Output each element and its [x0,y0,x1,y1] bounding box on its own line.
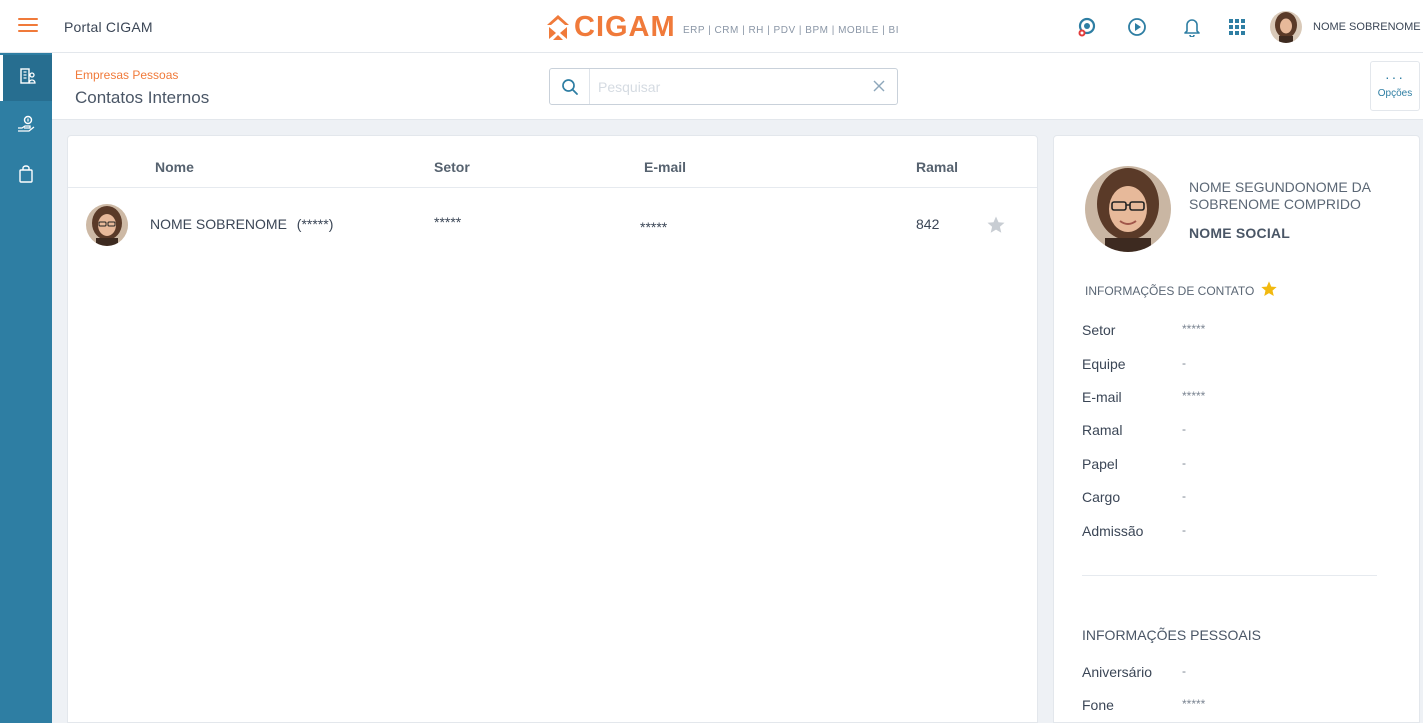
info-label: Papel [1082,456,1118,472]
contact-extension: 842 [916,216,940,232]
contact-info-title-text: INFORMAÇÕES DE CONTATO [1085,283,1255,298]
personal-info-section-title: INFORMAÇÕES PESSOAIS [1082,627,1261,643]
cigam-logo: CIGAM [546,10,676,44]
info-label: Equipe [1082,356,1126,372]
sidebar-item-finance[interactable] [0,103,52,149]
info-label: Fone [1082,697,1114,713]
search-box [549,68,898,105]
user-name[interactable]: NOME SOBRENOME D... [1313,21,1421,33]
info-value: - [1182,523,1186,537]
info-row-fone: Fone ***** [1082,697,1402,717]
bag-icon [18,164,34,188]
column-header-extension[interactable]: Ramal [916,159,958,175]
info-row-setor: Setor ***** [1082,322,1402,342]
info-value: - [1182,356,1186,370]
hamburger-icon[interactable] [18,18,38,34]
portal-title: Portal CIGAM [64,19,153,35]
info-row-aniversario: Aniversário - [1082,664,1402,684]
info-row-email: E-mail ***** [1082,389,1402,409]
sidebar-item-shopping[interactable] [0,153,52,199]
info-value: - [1182,489,1186,503]
info-row-admissao: Admissão - [1082,523,1402,543]
logo-tagline: ERP | CRM | RH | PDV | BPM | MOBILE | BI [683,25,899,36]
contact-name-text: NOME SOBRENOME [150,216,287,232]
logo-text: CIGAM [574,10,676,43]
user-avatar[interactable] [1270,11,1302,43]
info-value: ***** [1182,389,1206,403]
contact-name-suffix: (*****) [296,216,334,232]
info-label: Admissão [1082,523,1144,539]
more-dots-icon: ··· [1385,69,1405,85]
options-label: Opções [1377,88,1413,99]
contact-name: NOME SOBRENOME (*****) [150,216,333,232]
left-sidebar [0,53,52,723]
detail-social-name: NOME SOCIAL [1189,225,1290,241]
info-row-cargo: Cargo - [1082,489,1402,509]
top-bar: Portal CIGAM CIGAM ERP | CRM | RH | PDV … [0,0,1423,53]
info-label: Aniversário [1082,664,1153,680]
column-header-sector[interactable]: Setor [434,159,470,175]
bell-icon[interactable] [1181,16,1203,38]
sidebar-item-companies[interactable] [0,55,52,101]
info-label: Setor [1082,322,1116,338]
page-title: Contatos Internos [75,88,210,107]
info-value: - [1182,422,1186,436]
clear-search-icon[interactable] [871,78,887,94]
contact-avatar [86,204,128,246]
contacts-table: Nome Setor E-mail Ramal NOME SOBRENOME (… [67,135,1038,723]
contact-sector: ***** [434,214,462,230]
page-header: Empresas Pessoas Contatos Internos ··· O… [52,53,1423,120]
search-icon[interactable] [550,69,590,104]
info-row-equipe: Equipe - [1082,356,1402,376]
contact-info-section-title: INFORMAÇÕES DE CONTATO [1085,280,1278,301]
table-row[interactable]: NOME SOBRENOME (*****) ***** ***** 842 [68,188,1037,260]
contact-detail-panel: NOME SEGUNDONOME DA SOBRENOME COMPRIDO N… [1053,135,1420,723]
info-row-papel: Papel - [1082,456,1402,476]
hand-coin-icon [17,115,35,138]
play-circle-icon[interactable] [1126,16,1148,38]
info-row-ramal: Ramal - [1082,422,1402,442]
info-value: ***** [1182,697,1206,711]
detail-full-name: NOME SEGUNDONOME DA SOBRENOME COMPRIDO [1189,179,1371,212]
info-label: E-mail [1082,389,1122,405]
contact-email: ***** [640,219,668,235]
favorite-star-filled-icon[interactable] [1260,280,1278,301]
detail-avatar [1085,166,1171,252]
apps-grid-icon[interactable] [1226,16,1248,38]
info-label: Cargo [1082,489,1121,505]
breadcrumb[interactable]: Empresas Pessoas [75,68,178,82]
info-value: - [1182,664,1186,678]
column-header-email[interactable]: E-mail [644,159,686,175]
search-input[interactable] [598,75,858,99]
cigam-logo-mark [546,13,570,41]
info-value: ***** [1182,322,1206,336]
favorite-star-icon[interactable] [986,215,1006,235]
info-label: Ramal [1082,422,1123,438]
support-icon[interactable] [1076,16,1098,38]
section-divider [1082,575,1377,576]
building-icon [19,67,37,90]
column-header-name[interactable]: Nome [155,159,194,175]
info-value: - [1182,456,1186,470]
options-button[interactable]: ··· Opções [1370,61,1420,111]
